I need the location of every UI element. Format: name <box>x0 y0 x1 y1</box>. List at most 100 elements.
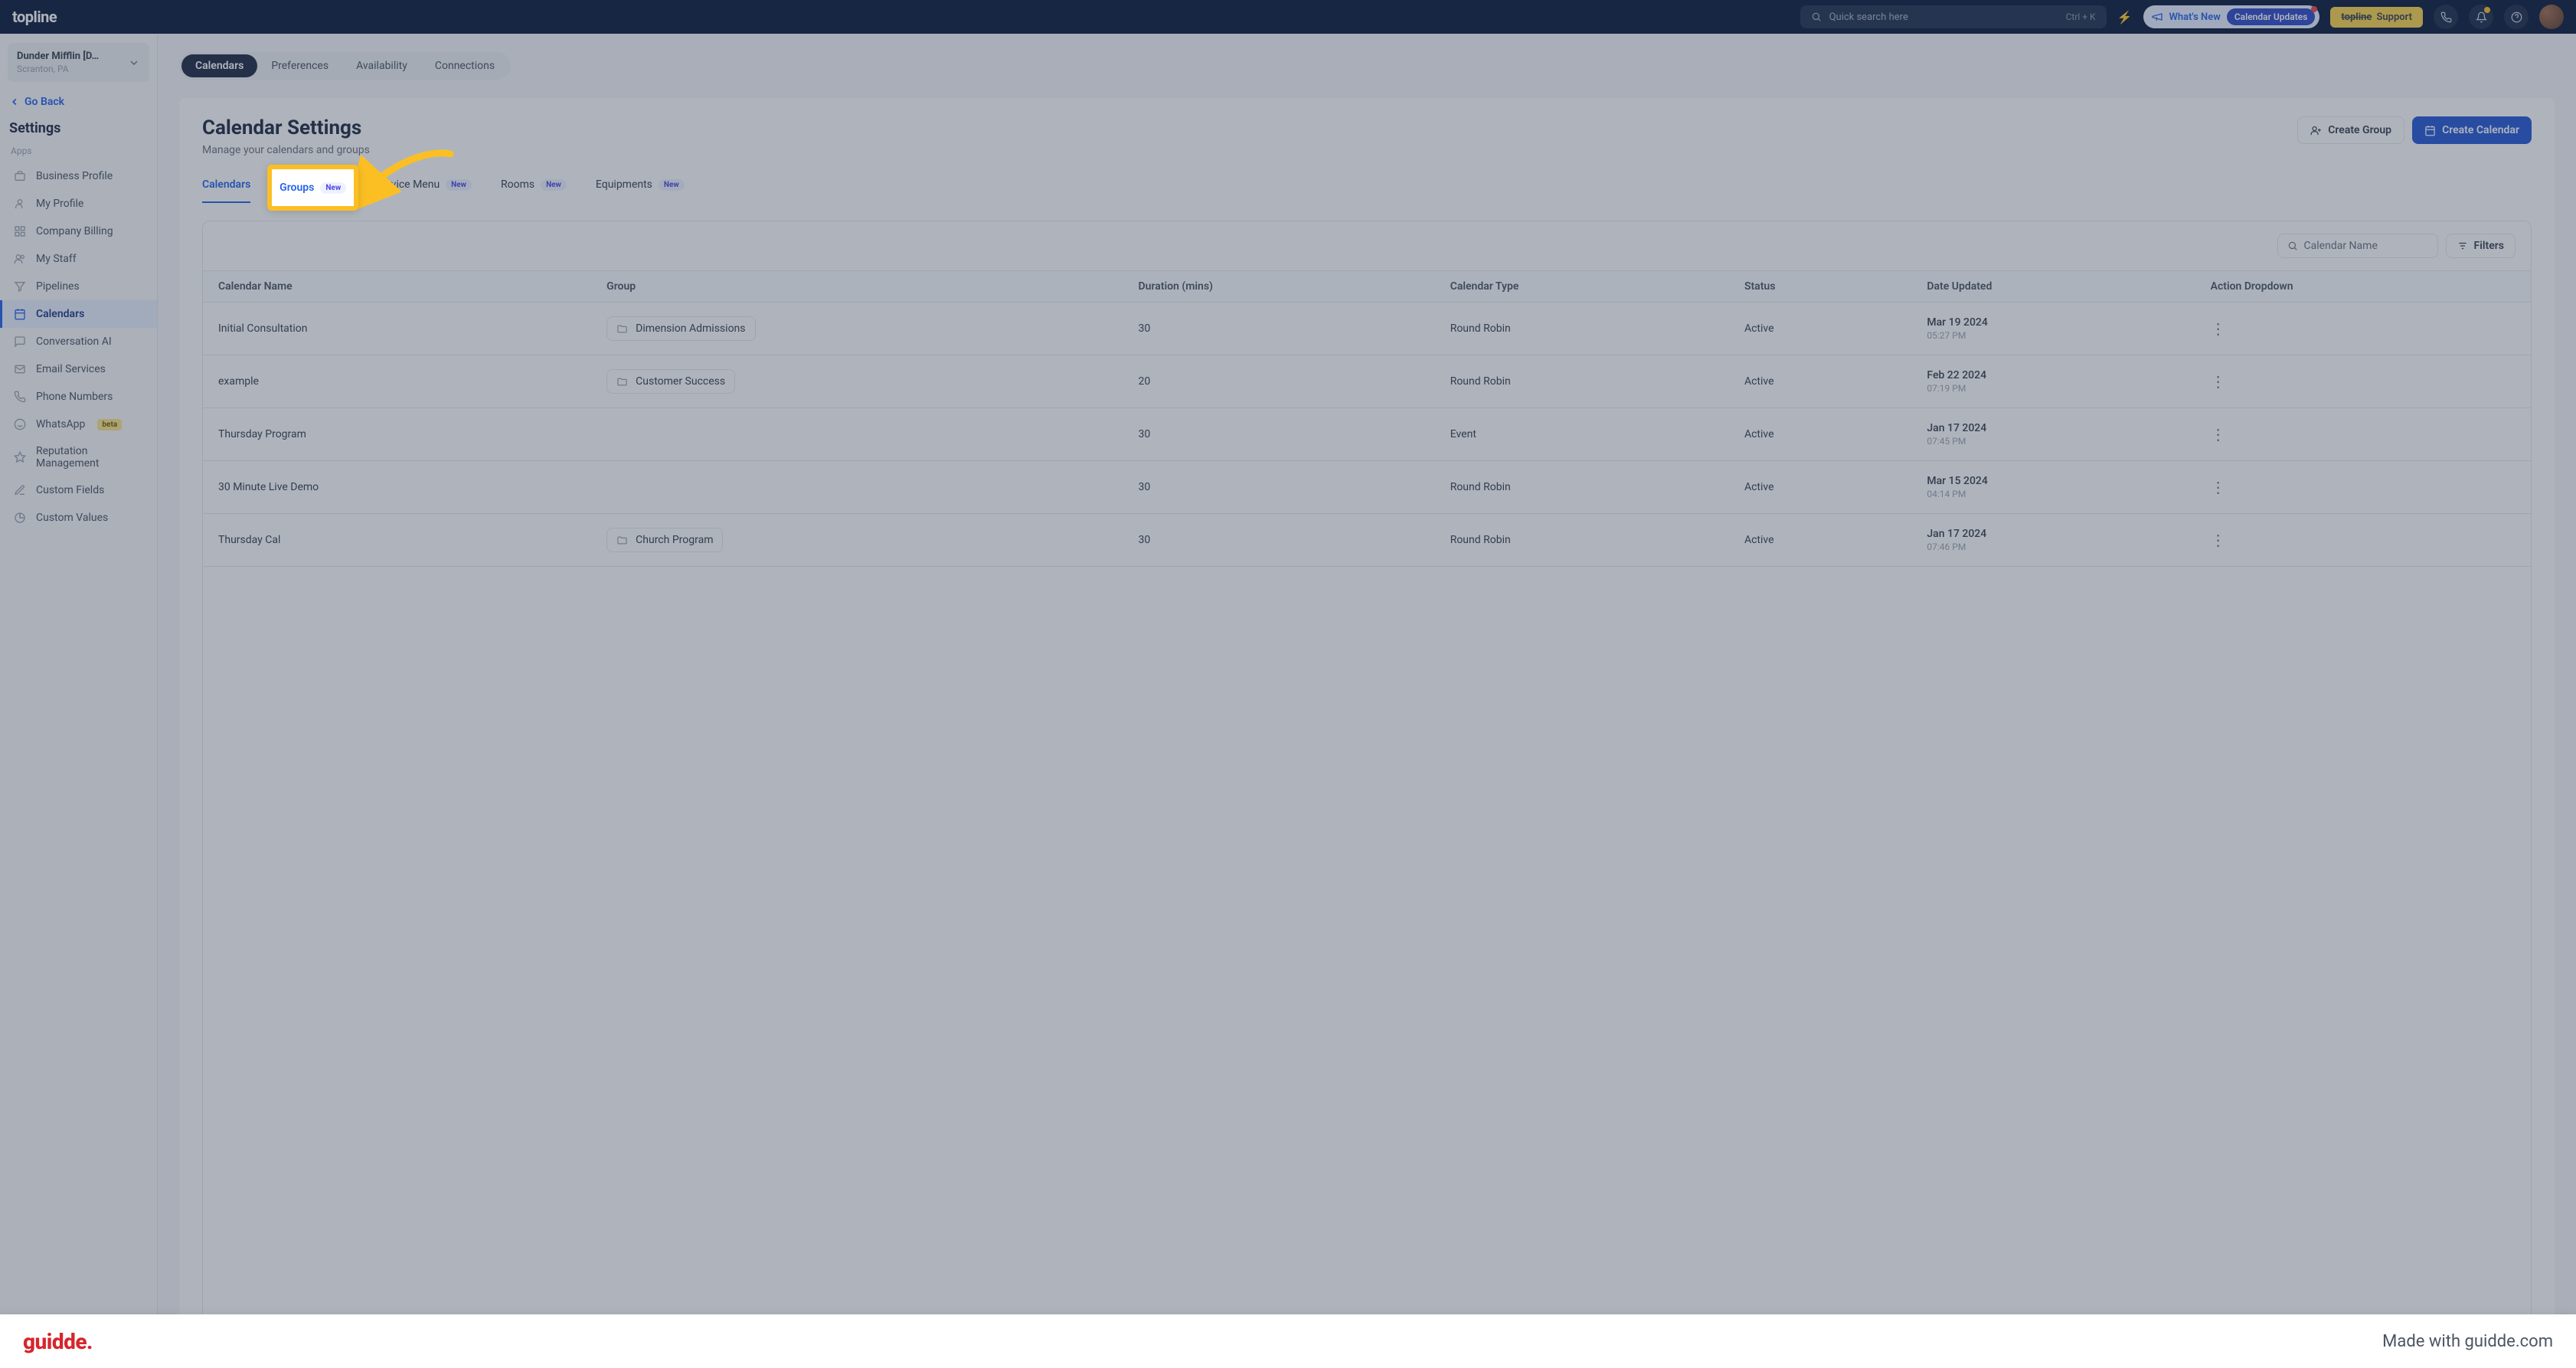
briefcase-icon <box>13 169 27 183</box>
column-header: Status <box>1729 271 1911 303</box>
phone-icon-button[interactable] <box>2434 5 2458 29</box>
updates-chip[interactable]: Calendar Updates <box>2227 8 2316 25</box>
top-nav-connections[interactable]: Connections <box>421 54 508 77</box>
column-header: Date Updated <box>1911 271 2195 303</box>
new-pill: New <box>659 179 685 191</box>
phone-icon <box>2440 11 2452 23</box>
sidebar-item-company-billing[interactable]: Company Billing <box>0 218 157 245</box>
table-row: Thursday CalChurch Program30Round RobinA… <box>203 514 2531 567</box>
top-nav-preferences[interactable]: Preferences <box>257 54 342 77</box>
user-icon <box>13 197 27 211</box>
sidebar-item-business-profile[interactable]: Business Profile <box>0 162 157 190</box>
folder-icon <box>616 535 628 546</box>
sidebar-item-label: Custom Fields <box>36 484 104 496</box>
cell-name: example <box>203 355 591 408</box>
sidebar-item-my-staff[interactable]: My Staff <box>0 245 157 273</box>
kebab-menu[interactable]: ⋮ <box>2211 531 2228 549</box>
filter-icon <box>2457 241 2468 251</box>
sidebar-item-conversation-ai[interactable]: Conversation AI <box>0 328 157 355</box>
bolt-icon[interactable]: ⚡ <box>2117 10 2133 25</box>
column-header: Calendar Name <box>203 271 591 303</box>
kebab-menu[interactable]: ⋮ <box>2211 372 2228 391</box>
create-calendar-button[interactable]: Create Calendar <box>2412 116 2532 144</box>
cell-type: Round Robin <box>1435 514 1729 567</box>
cell-status: Active <box>1729 461 1911 514</box>
new-pill: New <box>541 179 567 191</box>
sidebar-item-reputation-management[interactable]: Reputation Management <box>0 438 157 476</box>
location-card[interactable]: Dunder Mifflin [D… Scranton, PA <box>8 43 149 82</box>
global-search[interactable]: Quick search here Ctrl + K <box>1800 5 2107 28</box>
sub-tab-label: Equipments <box>596 178 652 191</box>
search-placeholder: Quick search here <box>1829 11 1908 23</box>
cell-name: 30 Minute Live Demo <box>203 461 591 514</box>
cell-type: Round Robin <box>1435 355 1729 408</box>
sidebar-item-label: Custom Values <box>36 512 108 524</box>
phone-icon <box>13 390 27 404</box>
megaphone-icon <box>2151 11 2163 23</box>
sidebar-item-my-profile[interactable]: My Profile <box>0 190 157 218</box>
sidebar-item-email-services[interactable]: Email Services <box>0 355 157 383</box>
create-group-button[interactable]: Create Group <box>2297 116 2404 144</box>
cell-status: Active <box>1729 514 1911 567</box>
create-calendar-label: Create Calendar <box>2442 124 2519 136</box>
cell-action: ⋮ <box>2195 408 2531 461</box>
top-nav-calendars[interactable]: Calendars <box>181 54 257 77</box>
kebab-menu[interactable]: ⋮ <box>2211 478 2228 496</box>
sidebar-item-whatsapp[interactable]: WhatsAppbeta <box>0 411 157 438</box>
bell-icon-button[interactable] <box>2469 5 2493 29</box>
cell-action: ⋮ <box>2195 461 2531 514</box>
page-subtitle: Manage your calendars and groups <box>202 144 370 156</box>
cell-date: Mar 19 202405:27 PM <box>1911 303 2195 355</box>
sidebar-item-pipelines[interactable]: Pipelines <box>0 273 157 300</box>
table-search-input[interactable]: Calendar Name <box>2277 234 2438 258</box>
table-row: 30 Minute Live Demo30Round RobinActiveMa… <box>203 461 2531 514</box>
cell-duration: 30 <box>1123 408 1435 461</box>
kebab-menu[interactable]: ⋮ <box>2211 425 2228 443</box>
support-brand: topline <box>2341 11 2372 23</box>
sidebar-item-label: Phone Numbers <box>36 391 113 403</box>
whats-new-pill[interactable]: What's New Calendar Updates <box>2143 5 2320 28</box>
top-nav-availability[interactable]: Availability <box>342 54 421 77</box>
users-plus-icon <box>2310 125 2322 136</box>
sub-tab-equipments[interactable]: Equipments New <box>596 174 685 203</box>
cell-date: Feb 22 202407:19 PM <box>1911 355 2195 408</box>
group-chip[interactable]: Dimension Admissions <box>606 316 755 341</box>
sidebar-item-label: Business Profile <box>36 170 113 182</box>
made-with-label: Made with guidde.com <box>2382 1332 2553 1351</box>
cell-group <box>591 408 1123 461</box>
support-button[interactable]: topline Support <box>2330 7 2423 28</box>
mail-icon <box>13 362 27 376</box>
sidebar-item-calendars[interactable]: Calendars <box>0 300 157 328</box>
sub-tab-calendars[interactable]: Calendars <box>202 174 250 203</box>
highlight-annotation: Groups New <box>267 165 358 211</box>
sub-tab-service-menu[interactable]: Service MenuNew <box>375 174 472 203</box>
cell-group <box>591 461 1123 514</box>
sub-tab-rooms[interactable]: RoomsNew <box>501 174 567 203</box>
sidebar-item-custom-fields[interactable]: Custom Fields <box>0 476 157 504</box>
cell-duration: 30 <box>1123 303 1435 355</box>
go-back-link[interactable]: Go Back <box>0 88 157 116</box>
sidebar-item-label: Calendars <box>36 308 84 320</box>
cell-duration: 30 <box>1123 461 1435 514</box>
cell-duration: 30 <box>1123 514 1435 567</box>
cell-date: Jan 17 202407:45 PM <box>1911 408 2195 461</box>
group-chip[interactable]: Church Program <box>606 528 723 552</box>
help-icon-button[interactable] <box>2504 5 2529 29</box>
sidebar-item-custom-values[interactable]: Custom Values <box>0 504 157 532</box>
filters-label: Filters <box>2474 240 2504 252</box>
sidebar-item-phone-numbers[interactable]: Phone Numbers <box>0 383 157 411</box>
create-group-label: Create Group <box>2328 124 2391 136</box>
column-header: Calendar Type <box>1435 271 1729 303</box>
avatar[interactable] <box>2539 5 2564 29</box>
table-row: Thursday Program30EventActiveJan 17 2024… <box>203 408 2531 461</box>
search-icon <box>1811 11 1822 22</box>
star-icon <box>13 450 27 464</box>
group-chip[interactable]: Customer Success <box>606 369 735 394</box>
cell-date: Jan 17 202407:46 PM <box>1911 514 2195 567</box>
kebab-menu[interactable]: ⋮ <box>2211 319 2228 338</box>
filters-button[interactable]: Filters <box>2446 234 2516 258</box>
page-title: Calendar Settings <box>202 116 370 139</box>
cell-action: ⋮ <box>2195 303 2531 355</box>
sidebar-item-label: Reputation Management <box>36 445 146 470</box>
column-header: Group <box>591 271 1123 303</box>
